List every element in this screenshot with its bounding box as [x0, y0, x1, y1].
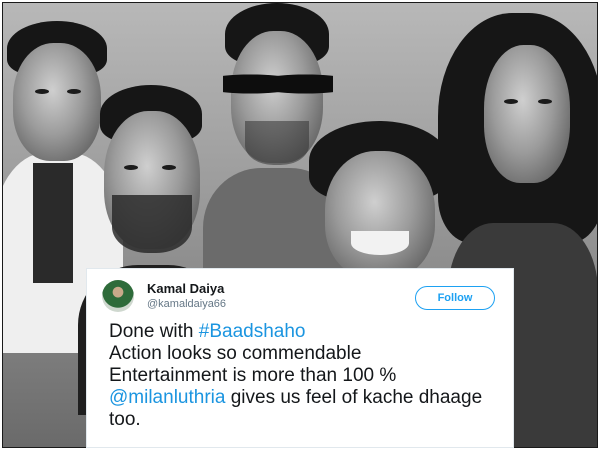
tweet-text: Done with #Baadshaho Action looks so com…: [109, 321, 509, 431]
user-avatar-icon[interactable]: [102, 280, 134, 312]
tweet-line-3: Entertainment is more than 100 %: [109, 365, 397, 386]
tweet-line-text: Done with: [109, 321, 199, 342]
hashtag-link[interactable]: #Baadshaho: [199, 321, 306, 342]
tweet-line-2: Action looks so commendable: [109, 343, 362, 364]
user-name[interactable]: Kamal Daiya: [147, 281, 224, 296]
tweet-line-5: too.: [109, 409, 141, 430]
tweet-line-1: Done with #Baadshaho: [109, 321, 509, 343]
tweet-line-text: gives us feel of kache dhaage: [225, 387, 483, 408]
sunglasses-icon: [223, 69, 333, 99]
tweet-line-4: @milanluthria gives us feel of kache dha…: [109, 387, 509, 409]
tweet-card: Kamal Daiya @kamaldaiya66 Follow Done wi…: [86, 268, 514, 448]
mention-link[interactable]: @milanluthria: [109, 387, 225, 408]
follow-button[interactable]: Follow: [415, 286, 495, 310]
user-handle[interactable]: @kamaldaiya66: [147, 298, 226, 310]
